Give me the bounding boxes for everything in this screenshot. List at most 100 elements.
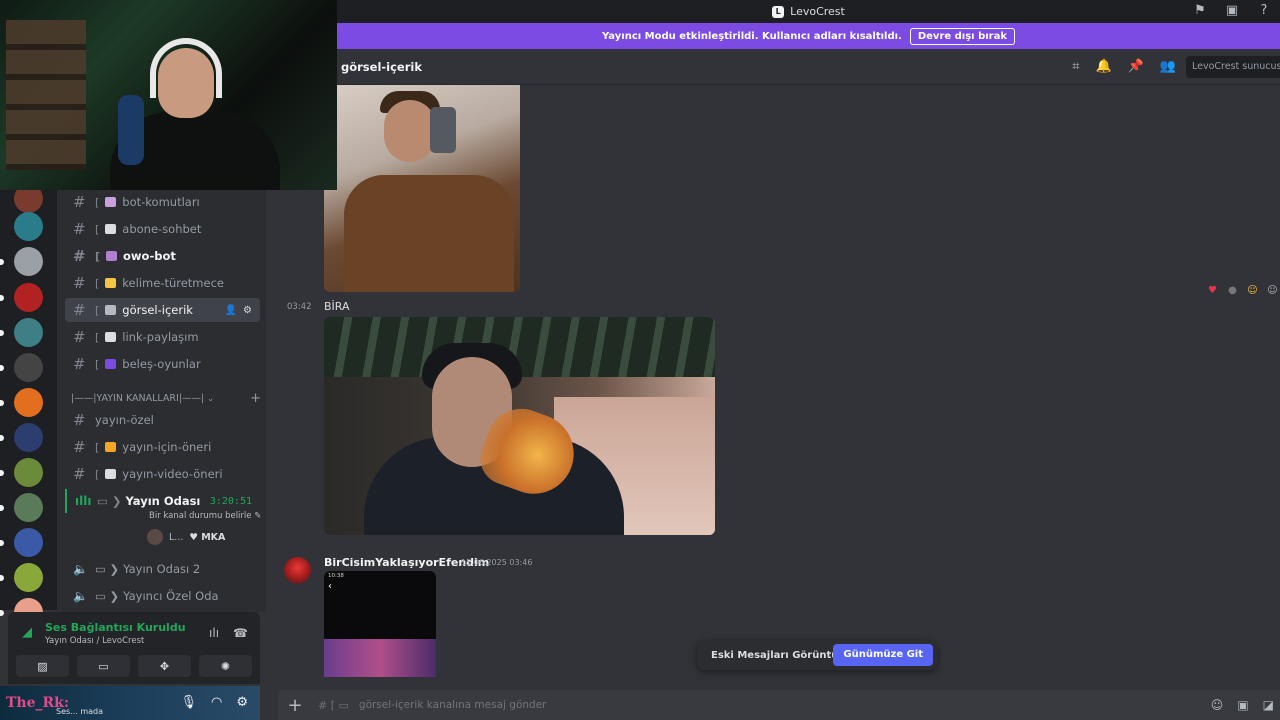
disable-streamer-mode-button[interactable]: Devre dışı bırak [909, 27, 1016, 45]
hash-icon: # [73, 438, 86, 456]
invite-icon[interactable]: 👤 [225, 305, 237, 316]
emoji-icon[interactable]: ☺ [1211, 698, 1224, 712]
discord-app: L LevoCrest ⚑ ▣ ? Yayıncı Modu etkinleşt… [0, 0, 1280, 720]
channel-item[interactable]: # [link-paylaşım [65, 325, 260, 349]
headphones-icon[interactable]: ◠ [211, 695, 222, 710]
server-logo-icon: L [772, 5, 785, 18]
microphone [118, 95, 144, 165]
webcam-overlay [0, 0, 337, 190]
bracket-glyph: [ [95, 249, 101, 263]
bracket-glyph: [ [95, 440, 100, 454]
voice-channel-item[interactable]: 🔈 ▭ ❯ Yayın Odası 2 [65, 557, 260, 581]
voice-connection-location[interactable]: Yayın Odası / LevoCrest [45, 636, 144, 646]
speaker-icon: 🔈 [73, 562, 88, 576]
server-icon[interactable] [14, 528, 43, 557]
gif-icon[interactable]: ▣ [1237, 698, 1248, 712]
screen-share-button[interactable]: ▭ [77, 655, 130, 677]
reaction-icon[interactable]: ● [1225, 283, 1240, 298]
server-unread-pill [0, 575, 4, 581]
channel-emoji-icon [105, 197, 117, 207]
streamer-mode-banner: Yayıncı Modu etkinleştirildi. Kullanıcı … [337, 23, 1280, 49]
flag-icon[interactable]: ⚑ [1192, 3, 1208, 19]
channel-emoji-icon: ▭ ❯ [97, 494, 122, 508]
channel-item[interactable]: # [abone-sohbet [65, 217, 260, 241]
microphone-icon[interactable]: 🎙 [180, 695, 197, 710]
server-unread-pill [0, 330, 4, 336]
channel-item[interactable]: # [bot-komutları [65, 190, 260, 214]
server-unread-pill [0, 435, 4, 441]
camera-off-button[interactable]: ▨ [16, 655, 69, 677]
headset [150, 38, 222, 98]
noise-suppression-icon[interactable]: ılı [209, 626, 219, 640]
channel-item[interactable]: # [owo-bot [65, 244, 260, 268]
voice-user-tag: ♥ MKA [189, 531, 226, 543]
voice-channel-item[interactable]: 🔈 ▭ ❯ Yayıncı Özel Oda [65, 584, 260, 608]
voice-active-icon: ıllı [75, 494, 92, 508]
voice-connection-status[interactable]: Ses Bağlantısı Kuruldu [45, 621, 186, 634]
search-input[interactable]: LevoCrest sunucusunu ara [1186, 56, 1280, 78]
sticker-icon[interactable]: ◪ [1263, 698, 1274, 712]
attachment-image-beer[interactable] [324, 317, 715, 535]
voice-channel-yayin-odasi[interactable]: ıllı ▭ ❯ Yayın Odası 3:20:51 [65, 489, 260, 513]
channel-list: # [bot-komutları # [abone-sohbet # [owo-bot # [… [57, 190, 266, 612]
channel-item[interactable]: # [görsel-içerik 👤 ⚙ [65, 298, 260, 322]
jump-to-present-button[interactable]: Günümüze Git [833, 644, 933, 666]
channel-item[interactable]: # [yayın-video-öneri [65, 462, 260, 486]
members-icon[interactable]: 👥 [1160, 59, 1176, 74]
server-icon[interactable] [14, 353, 43, 382]
channel-label: yayın-özel [95, 413, 154, 427]
message-timestamp: 03:42 [287, 302, 312, 312]
channel-item[interactable]: # [yayın-için-öneri [65, 435, 260, 459]
channel-emoji-icon [105, 224, 117, 234]
speaker-icon: 🔈 [73, 589, 88, 603]
reaction-icon[interactable]: ☺ [1245, 283, 1260, 298]
attachment-image-screenshot[interactable]: 10:38 ‹ [324, 571, 436, 677]
help-icon[interactable]: ? [1256, 3, 1272, 19]
server-icon[interactable] [14, 212, 43, 241]
threads-icon[interactable]: ⌗ [1072, 59, 1079, 74]
settings-icon[interactable]: ⚙ [243, 305, 252, 316]
pencil-icon: ✎ [254, 511, 262, 521]
category-stream-channels[interactable]: |——|YAYIN KANALLARI|——| ⌄ + [71, 390, 261, 406]
hash-icon: # [73, 411, 86, 429]
channel-item[interactable]: # [beleş-oyunlar [65, 352, 260, 376]
add-attachment-icon[interactable]: + [278, 695, 312, 716]
gear-icon[interactable]: ⚙ [236, 695, 248, 710]
server-icon[interactable] [14, 458, 43, 487]
add-channel-icon[interactable]: + [250, 391, 261, 406]
server-icon[interactable] [14, 423, 43, 452]
title-bar: L LevoCrest ⚑ ▣ ? [337, 0, 1280, 23]
reaction-icon[interactable]: ☺ [1265, 283, 1280, 298]
hash-icon: # [73, 301, 86, 319]
bracket-glyph: [ [95, 303, 100, 317]
voice-user[interactable]: L... ♥ MKA [147, 529, 225, 545]
channel-label: beleş-oyunlar [122, 357, 201, 371]
activities-button[interactable]: ✥ [138, 655, 191, 677]
server-icon[interactable] [14, 493, 43, 522]
message-reactions: ♥ ● ☺ ☺ [1205, 283, 1280, 298]
channel-emoji-icon [105, 359, 117, 369]
message-input[interactable] [358, 699, 1159, 711]
server-icon[interactable] [14, 388, 43, 417]
avatar[interactable] [284, 557, 311, 584]
disconnect-icon[interactable]: ☎ [233, 626, 248, 640]
server-icon[interactable] [14, 283, 43, 312]
hash-icon: # [73, 220, 86, 238]
soundboard-button[interactable]: ✺ [199, 655, 252, 677]
hash-icon: # [73, 328, 86, 346]
voice-connection-panel: ◢ Ses Bağlantısı Kuruldu Yayın Odası / L… [8, 612, 260, 684]
back-arrow-icon: ‹ [328, 581, 332, 592]
server-icon[interactable] [14, 318, 43, 347]
server-icon[interactable] [14, 563, 43, 592]
channel-item[interactable]: # [kelime-türetmece [65, 271, 260, 295]
reaction-icon[interactable]: ♥ [1205, 283, 1220, 298]
server-icon[interactable] [14, 247, 43, 276]
inbox-icon[interactable]: ▣ [1224, 3, 1240, 19]
bell-icon[interactable]: 🔔 [1095, 59, 1111, 74]
channel-item[interactable]: # yayın-özel [65, 408, 260, 432]
channel-label: abone-sohbet [122, 222, 202, 236]
attachment-image-selfie[interactable] [324, 85, 520, 292]
voice-channel-status[interactable]: Bir kanal durumu belirle ✎ [149, 511, 261, 521]
channel-header: görsel-içerik ⌗ 🔔 📌 👥 LevoCrest sunucusu… [337, 49, 1280, 85]
pin-icon[interactable]: 📌 [1128, 59, 1144, 74]
